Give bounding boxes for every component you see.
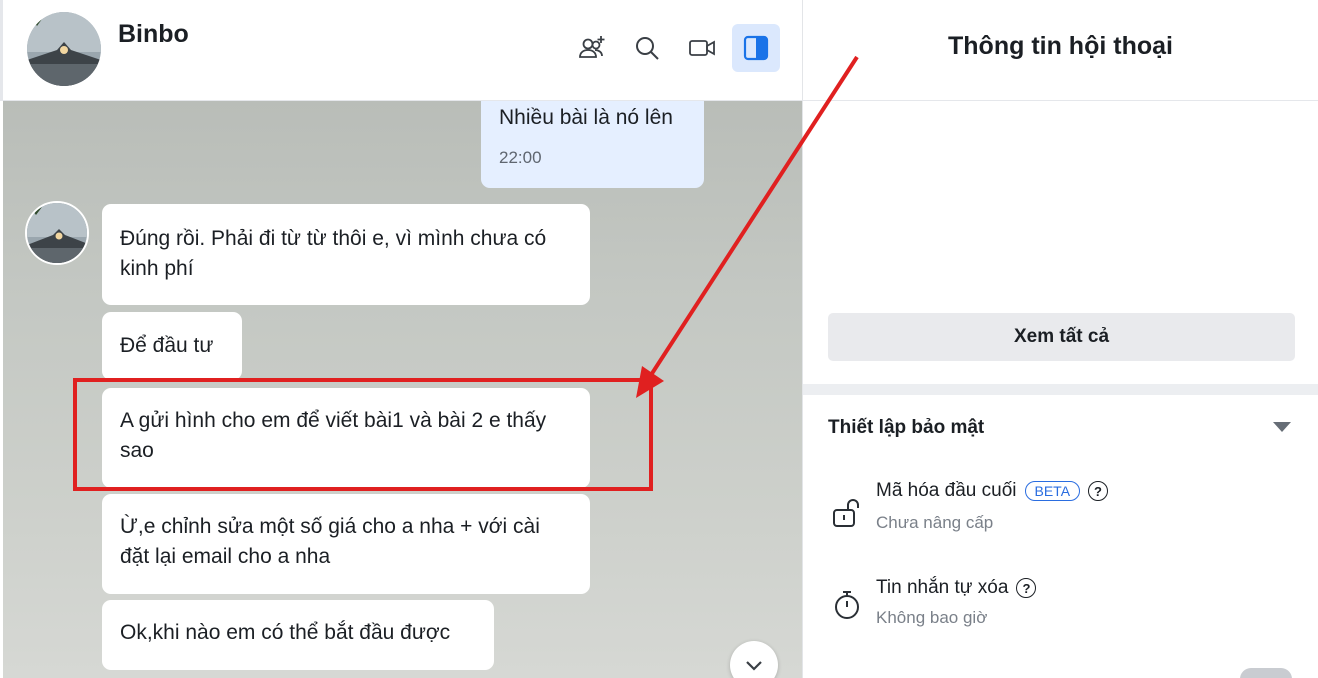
scroll-down-button[interactable] — [730, 641, 778, 678]
info-panel-button[interactable] — [732, 24, 780, 72]
auto-delete-row[interactable]: Tin nhắn tự xóa ? — [876, 577, 1037, 599]
chat-header: Binbo — [0, 0, 802, 101]
auto-delete-title: Tin nhắn tự xóa — [876, 577, 1009, 598]
toggle-switch[interactable] — [1240, 668, 1292, 678]
search-button[interactable] — [623, 24, 671, 72]
message-bubble[interactable]: Đúng rồi. Phải đi từ từ thôi e, vì mình … — [102, 204, 590, 305]
message-text: Để đầu tư — [120, 334, 214, 357]
help-icon[interactable]: ? — [1016, 578, 1037, 598]
app-root: Binbo Nhiều bài là nó lên 22:00 Đúng rồi… — [0, 0, 1318, 678]
message-bubble[interactable]: Ừ,e chỉnh sửa một số giá cho a nha + với… — [102, 494, 590, 594]
e2e-status: Chưa nâng cấp — [876, 513, 994, 532]
timer-icon — [835, 591, 859, 619]
search-icon — [636, 37, 659, 60]
video-call-button[interactable] — [678, 24, 726, 72]
auto-delete-status: Không bao giờ — [876, 608, 988, 627]
add-member-button[interactable] — [568, 24, 616, 72]
chevron-down-icon — [746, 661, 762, 671]
video-call-icon — [689, 40, 715, 56]
chat-name: Binbo — [118, 20, 189, 48]
eye-off-icon — [833, 670, 863, 678]
help-icon[interactable]: ? — [1088, 481, 1109, 501]
security-section-title[interactable]: Thiết lập bảo mật — [828, 417, 984, 439]
message-text: Ok,khi nào em có thể bắt đầu được — [120, 621, 451, 644]
chat-panel: Binbo Nhiều bài là nó lên 22:00 Đúng rồi… — [0, 0, 803, 678]
section-divider — [803, 384, 1318, 395]
info-header: Thông tin hội thoại — [803, 0, 1318, 101]
message-bubble[interactable]: Nhiều bài là nó lên 22:00 — [481, 101, 704, 188]
message-bubble[interactable]: Để đầu tư — [102, 312, 242, 380]
beta-badge: BETA — [1024, 481, 1081, 501]
info-panel-icon — [743, 35, 769, 61]
conversation-info-panel: Thông tin hội thoại Xem tất cả Thiết lập… — [803, 0, 1318, 678]
e2e-encryption-row[interactable]: Mã hóa đầu cuối BETA ? — [876, 480, 1109, 502]
message-text: Đúng rồi. Phải đi từ từ thôi e, vì mình … — [120, 227, 547, 280]
avatar[interactable] — [25, 201, 89, 265]
message-time: 22:00 — [499, 148, 542, 167]
message-text: Ừ,e chỉnh sửa một số giá cho a nha + với… — [120, 515, 540, 568]
avatar[interactable] — [27, 12, 101, 86]
highlight-box — [73, 378, 653, 491]
unlock-icon — [833, 499, 859, 527]
message-text: Nhiều bài là nó lên — [499, 106, 673, 129]
message-bubble[interactable]: Ok,khi nào em có thể bắt đầu được — [102, 600, 494, 670]
caret-down-icon[interactable] — [1273, 422, 1291, 432]
info-title: Thông tin hội thoại — [948, 32, 1173, 60]
add-member-icon — [579, 36, 605, 58]
view-all-button[interactable]: Xem tất cả — [828, 313, 1295, 361]
e2e-title: Mã hóa đầu cuối — [876, 480, 1017, 501]
